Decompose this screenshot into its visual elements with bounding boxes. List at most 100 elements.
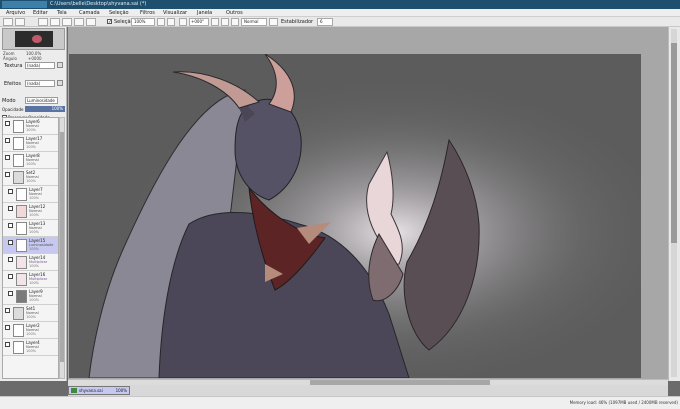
menu-outros[interactable]: Outros <box>226 10 243 16</box>
scroll-thumb[interactable] <box>671 43 677 243</box>
menu-camada[interactable]: Camada <box>79 10 100 16</box>
zoom-out-button[interactable] <box>157 18 165 26</box>
layer-item[interactable]: Layer17 Normal 100% <box>3 135 58 152</box>
layer-item-selected[interactable]: Layer15 Luminosidade 100% <box>3 237 58 254</box>
visibility-toggle-icon[interactable] <box>8 291 13 296</box>
visibility-toggle-icon[interactable] <box>5 308 10 313</box>
layer-list-scrollbar[interactable] <box>59 117 65 379</box>
invert-selection-button[interactable] <box>50 18 60 26</box>
layer-opacity: 100% <box>29 196 40 200</box>
layer-item[interactable]: Layer14 Multiplicar 100% <box>3 254 58 271</box>
layer-item[interactable]: Layer12 Normal 100% <box>3 203 58 220</box>
crop-button[interactable] <box>74 18 84 26</box>
menu-selecao[interactable]: Seleção <box>109 10 129 16</box>
scroll-track[interactable] <box>671 29 677 377</box>
stabilizer-select[interactable]: 6 <box>317 18 333 26</box>
visibility-toggle-icon[interactable] <box>5 138 10 143</box>
document-tab[interactable]: shyvana.sai 100% <box>68 386 130 395</box>
title-bar: C:\Users\belle\Desktop\shyvana.sai (*) <box>0 0 680 9</box>
layer-opacity: 100% <box>26 315 37 319</box>
zoom-in-button[interactable] <box>167 18 175 26</box>
layer-thumbnail <box>16 290 27 303</box>
texture-label: Textura <box>4 63 23 69</box>
layer-item[interactable]: Layer6 Normal 100% <box>3 118 58 135</box>
rotation-field[interactable]: +000° <box>189 18 209 26</box>
blend-mode-field[interactable]: Luminosidade <box>25 97 58 104</box>
visibility-toggle-icon[interactable] <box>5 121 10 126</box>
layer-list: Layer6 Normal 100% Layer17 Normal 100% Layer… <box>2 117 59 379</box>
layer-item[interactable]: Layer13 Normal 100% <box>3 220 58 237</box>
layer-opacity: 100% <box>26 179 37 183</box>
navigator-thumbnail[interactable] <box>2 28 65 50</box>
visibility-toggle-icon[interactable] <box>5 342 10 347</box>
workspace <box>68 27 668 381</box>
texture-select[interactable]: (nada) <box>25 62 55 69</box>
flip-horizontal-button[interactable] <box>231 18 239 26</box>
fill-button[interactable] <box>86 18 96 26</box>
visibility-toggle-icon[interactable] <box>8 189 13 194</box>
toolbar: ✓ Seleção 100% +000° Normal Estabilizado… <box>0 17 680 27</box>
document-tab-name: shyvana.sai <box>79 388 103 393</box>
layer-opacity: 100% <box>26 332 37 336</box>
layer-opacity: 100% <box>26 349 37 353</box>
selection-checkbox[interactable]: ✓ <box>107 19 112 25</box>
window-title: C:\Users\belle\Desktop\shyvana.sai (*) <box>50 1 147 7</box>
effects-select[interactable]: (nada) <box>25 80 55 87</box>
layer-opacity: 100% <box>29 230 40 234</box>
document-tab-bar: shyvana.sai 100% <box>68 385 668 396</box>
blend-mode-select[interactable]: Normal <box>241 18 267 26</box>
visibility-toggle-icon[interactable] <box>8 223 13 228</box>
canvas-vertical-scrollbar[interactable] <box>668 27 680 381</box>
rotate-left-button[interactable] <box>179 18 187 26</box>
visibility-toggle-icon[interactable] <box>5 155 10 160</box>
menu-arquivo[interactable]: Arquivo <box>6 10 25 16</box>
app-logo <box>2 1 47 8</box>
layer-thumbnail <box>13 137 24 150</box>
menu-filtros[interactable]: Filtros <box>140 10 155 16</box>
menu-tela[interactable]: Tela <box>57 10 67 16</box>
folder-item[interactable]: Set2 Normal 100% <box>3 169 58 186</box>
layer-item[interactable]: Layer4 Normal 100% <box>3 339 58 356</box>
layer-thumbnail <box>16 188 27 201</box>
opacity-label: Opacidade <box>2 107 24 112</box>
zoom-field[interactable]: 100% <box>131 18 155 26</box>
opacity-slider[interactable]: 100% <box>25 106 65 112</box>
effects-label: Efeitos <box>4 81 22 87</box>
layer-opacity: 100% <box>29 264 40 268</box>
layer-thumbnail <box>13 324 24 337</box>
layer-thumbnail <box>13 341 24 354</box>
rotate-right-button[interactable] <box>211 18 219 26</box>
layer-item[interactable]: Layer2 Normal 100% <box>3 322 58 339</box>
deselect-button[interactable] <box>38 18 48 26</box>
layer-item[interactable]: Layer16 Multiplicar 100% <box>3 271 58 288</box>
artwork-illustration <box>69 54 641 378</box>
memory-status: Memory load: 46% (1097MB used / 2400MB r… <box>569 400 678 405</box>
visibility-toggle-icon[interactable] <box>8 257 13 262</box>
navigator-angle-value: +0000 <box>28 56 42 61</box>
navigator-preview <box>15 31 53 47</box>
blend-dropdown-button[interactable] <box>269 18 278 26</box>
layer-scroll-thumb[interactable] <box>60 132 64 362</box>
visibility-toggle-icon[interactable] <box>8 274 13 279</box>
drawing-canvas[interactable] <box>69 54 641 378</box>
menu-visualizar[interactable]: Visualizar <box>163 10 187 16</box>
visibility-toggle-icon[interactable] <box>5 325 10 330</box>
undo-button[interactable] <box>3 18 13 26</box>
texture-menu-button[interactable] <box>57 62 63 68</box>
folder-item[interactable]: Set1 Normal 100% <box>3 305 58 322</box>
menu-janela[interactable]: Janela <box>197 10 212 16</box>
menu-editar[interactable]: Editar <box>33 10 48 16</box>
layer-item[interactable]: Layer8 Normal 100% <box>3 152 58 169</box>
layer-item[interactable]: Layer7 Normal 100% <box>3 186 58 203</box>
visibility-toggle-icon[interactable] <box>5 172 10 177</box>
reset-rotation-button[interactable] <box>221 18 229 26</box>
menu-bar: Arquivo Editar Tela Camada Seleção Filtr… <box>0 9 680 17</box>
layer-item[interactable]: Layer9 Normal 100% <box>3 288 58 305</box>
effects-menu-button[interactable] <box>57 80 63 86</box>
layer-thumbnail <box>16 222 27 235</box>
redo-button[interactable] <box>15 18 25 26</box>
layer-thumbnail <box>13 154 24 167</box>
visibility-toggle-icon[interactable] <box>8 206 13 211</box>
visibility-toggle-icon[interactable] <box>8 240 13 245</box>
transform-button[interactable] <box>62 18 72 26</box>
